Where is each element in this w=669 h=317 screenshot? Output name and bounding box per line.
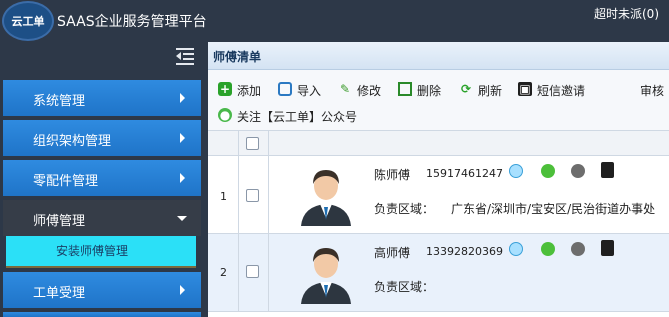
area-value: 广东省/深圳市/宝安区/民治街道办事处 (451, 202, 656, 216)
row-number: 2 (220, 266, 227, 279)
chevron-right-icon (180, 133, 185, 143)
delete-icon (398, 82, 412, 96)
timeout-unassigned-link[interactable]: 超时未派(0) (594, 5, 659, 22)
technician-name: 高师傅 (374, 246, 411, 260)
app-title: SAAS企业服务管理平台 (57, 14, 207, 30)
chevron-right-icon (180, 93, 185, 103)
chevron-right-icon (180, 173, 185, 183)
submenu-install-technicians[interactable]: 安装师傅管理 (6, 236, 196, 266)
technician-avatar (301, 170, 351, 226)
wechat-icon: ● (218, 108, 232, 122)
app-logo: 云工单 (2, 1, 54, 41)
panel-title: 师傅清单 (213, 50, 262, 64)
table-header (208, 130, 669, 156)
area-label: 负责区域： (374, 202, 435, 216)
audit-label: 审核 (640, 84, 665, 98)
sidebar-item-organization[interactable]: 组织架构管理 (3, 120, 201, 156)
sidebar-item-next[interactable] (3, 312, 201, 317)
sms-icon[interactable] (601, 162, 614, 178)
row-number: 1 (220, 190, 227, 203)
table-row[interactable]: 2 高师傅 13392820369 负责区域： (208, 234, 669, 312)
sidebar-item-work-orders[interactable]: 工单受理 (3, 272, 201, 308)
wechat-icon[interactable] (571, 164, 585, 178)
plus-icon: + (218, 82, 232, 96)
area-label: 负责区域： (374, 280, 435, 294)
sidebar-item-label: 零配件管理 (33, 174, 99, 189)
import-label: 导入 (297, 84, 322, 98)
sidebar-item-label: 师傅管理 (33, 214, 86, 229)
technician-phone: 15917461247 (426, 167, 503, 180)
wechat-icon[interactable] (571, 242, 585, 256)
sidebar-item-label: 工单受理 (33, 286, 86, 301)
refresh-label: 刷新 (478, 84, 503, 98)
top-header: 云工单 SAAS企业服务管理平台 超时未派(0) (0, 0, 669, 42)
import-icon (278, 82, 292, 96)
sidebar-item-label: 系统管理 (33, 94, 86, 109)
menu-toggle-icon[interactable] (176, 48, 194, 65)
pencil-icon: ✎ (339, 82, 351, 96)
sms-icon: ▣ (518, 82, 532, 96)
sidebar-item-parts[interactable]: 零配件管理 (3, 160, 201, 196)
submenu-label: 安装师傅管理 (56, 244, 129, 258)
chevron-down-icon (177, 216, 187, 221)
refresh-icon: ⟳ (460, 82, 472, 96)
chevron-right-icon (180, 285, 185, 295)
profile-icon[interactable] (509, 242, 523, 256)
technician-name: 陈师傅 (374, 168, 411, 182)
sms-invite-label: 短信邀请 (537, 84, 586, 98)
follow-label: 关注【云工单】公众号 (237, 110, 358, 124)
sms-icon[interactable] (601, 240, 614, 256)
submenu-divider (6, 266, 196, 268)
edit-label: 修改 (357, 84, 382, 98)
panel-header: 师傅清单 (208, 42, 669, 70)
profile-icon[interactable] (509, 164, 523, 178)
logo-text: 云工单 (11, 15, 45, 28)
select-all-checkbox[interactable] (246, 137, 259, 150)
technician-avatar (301, 248, 351, 304)
sidebar-item-technicians[interactable]: 师傅管理 (3, 200, 201, 236)
location-icon[interactable] (541, 164, 555, 178)
sidebar-item-label: 组织架构管理 (33, 134, 112, 149)
toolbar: + 添加 导入 ✎ 修改 删除 ⟳ 刷新 ▣ 短信邀请 审核 ● 关注【云工单】… (208, 70, 669, 130)
delete-label: 删除 (417, 84, 442, 98)
technician-phone: 13392820369 (426, 245, 503, 258)
table-row[interactable]: 1 陈师傅 15917461247 负责区域： 广东省/深圳市/宝安区/民治街道… (208, 156, 669, 234)
sidebar-item-system[interactable]: 系统管理 (3, 80, 201, 116)
row-checkbox[interactable] (246, 265, 259, 278)
main-panel: 师傅清单 + 添加 导入 ✎ 修改 删除 ⟳ 刷新 ▣ 短信邀请 审核 ● 关注… (208, 42, 669, 317)
add-label: 添加 (237, 84, 262, 98)
row-checkbox[interactable] (246, 189, 259, 202)
location-icon[interactable] (541, 242, 555, 256)
